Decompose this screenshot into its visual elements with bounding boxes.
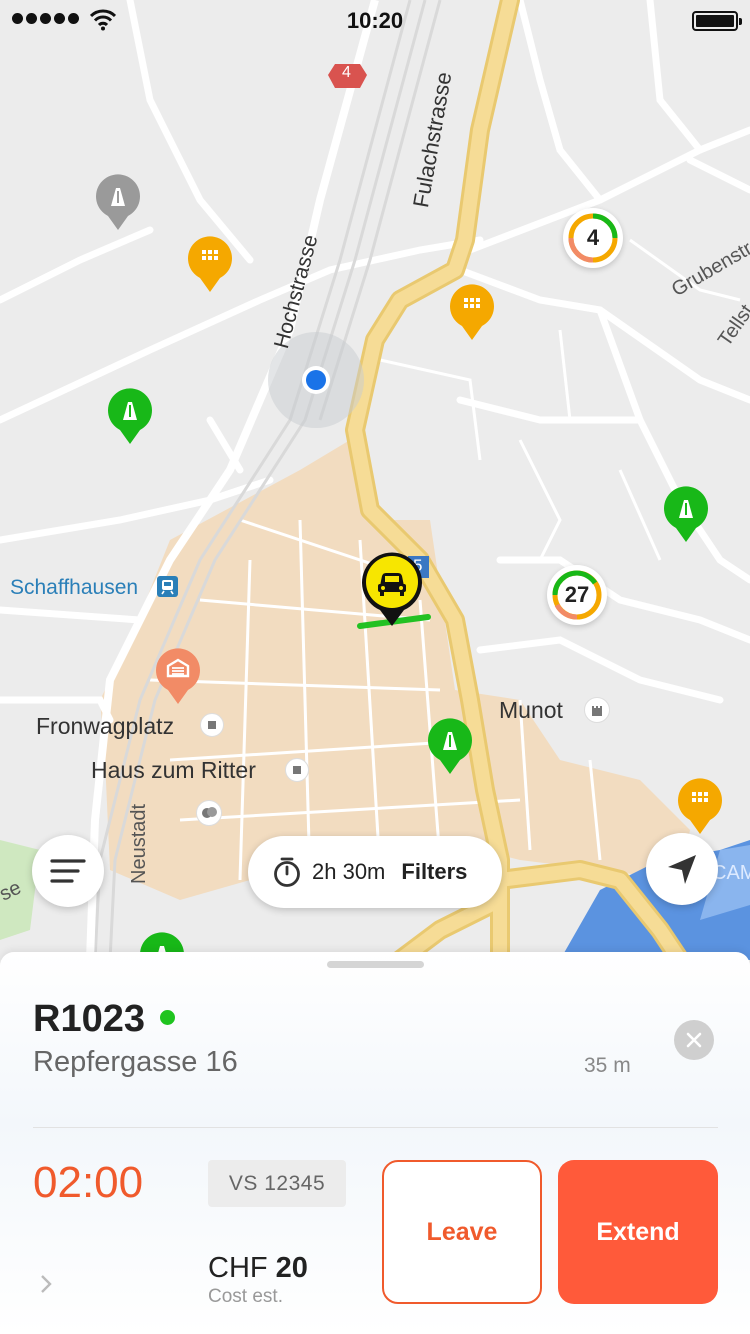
selected-car-pin[interactable]	[360, 552, 424, 628]
theatre-icon	[196, 800, 222, 826]
road-badge-4: 4	[342, 64, 351, 81]
license-plate[interactable]: VS 12345	[208, 1160, 346, 1207]
green-parking-pin[interactable]	[106, 386, 154, 446]
parking-duration: 2h 30m	[312, 859, 386, 884]
castle-icon	[584, 697, 610, 723]
place-label-munot: Munot	[499, 697, 563, 723]
menu-icon	[50, 859, 86, 883]
landmark-icon	[285, 758, 309, 782]
status-time: 10:20	[346, 8, 404, 33]
place-label-schaffhausen: Schaffhausen	[10, 576, 139, 599]
navigation-arrow-icon	[668, 855, 696, 884]
status-dot	[160, 1010, 175, 1025]
yellow-grid-pin[interactable]	[676, 776, 724, 836]
divider	[33, 1127, 718, 1128]
locate-me-button[interactable]	[646, 833, 718, 905]
stopwatch-icon	[274, 857, 300, 887]
train-station-icon	[157, 576, 178, 597]
status-bar: 10:20	[0, 0, 750, 40]
parking-detail-sheet: R1023 Repfergasse 16 35 m 02:00 VS 12345…	[0, 952, 750, 1334]
chevron-right-icon	[41, 1275, 52, 1293]
remaining-timer: 02:00	[33, 1158, 144, 1207]
landmark-icon	[200, 713, 224, 737]
cost-value: 20	[275, 1252, 308, 1284]
map-base	[0, 0, 750, 960]
cluster-count: 27	[564, 582, 590, 607]
close-icon	[686, 1032, 702, 1048]
cost-label: Cost est.	[208, 1286, 283, 1307]
extend-button[interactable]: Extend	[558, 1160, 718, 1304]
yellow-grid-pin[interactable]	[448, 282, 496, 342]
parking-distance: 35 m	[584, 1054, 631, 1077]
cost-estimate: CHF 20	[208, 1252, 308, 1285]
close-button[interactable]	[674, 1020, 714, 1060]
leave-button[interactable]: Leave	[382, 1160, 542, 1304]
parking-cluster[interactable]: 4	[563, 208, 623, 268]
map-view[interactable]: 4 5 Fulachstrasse Hochstrasse Grubenstr …	[0, 0, 750, 960]
garage-pin[interactable]	[154, 646, 202, 706]
expand-button[interactable]	[38, 1272, 54, 1301]
parking-address: Repfergasse 16	[33, 1046, 238, 1078]
menu-button[interactable]	[32, 835, 104, 907]
yellow-grid-pin[interactable]	[186, 234, 234, 294]
cost-currency: CHF	[208, 1252, 276, 1284]
filters-label: Filters	[401, 859, 468, 884]
green-parking-pin[interactable]	[662, 484, 710, 544]
cluster-count: 4	[586, 225, 600, 250]
green-parking-pin[interactable]	[426, 716, 474, 776]
parking-zone-id: R1023	[33, 998, 145, 1040]
battery-icon	[692, 11, 742, 31]
filter-pill[interactable]: 2h 30m Filters	[248, 836, 502, 908]
sheet-drag-handle[interactable]	[327, 961, 424, 968]
place-label-fronwagplatz: Fronwagplatz	[36, 713, 175, 739]
grey-parking-pin[interactable]	[94, 172, 142, 232]
place-label-haus-zum-ritter: Haus zum Ritter	[91, 757, 256, 783]
street-label-neustadt: Neustadt	[128, 803, 150, 884]
parking-cluster[interactable]: 27	[547, 565, 607, 625]
